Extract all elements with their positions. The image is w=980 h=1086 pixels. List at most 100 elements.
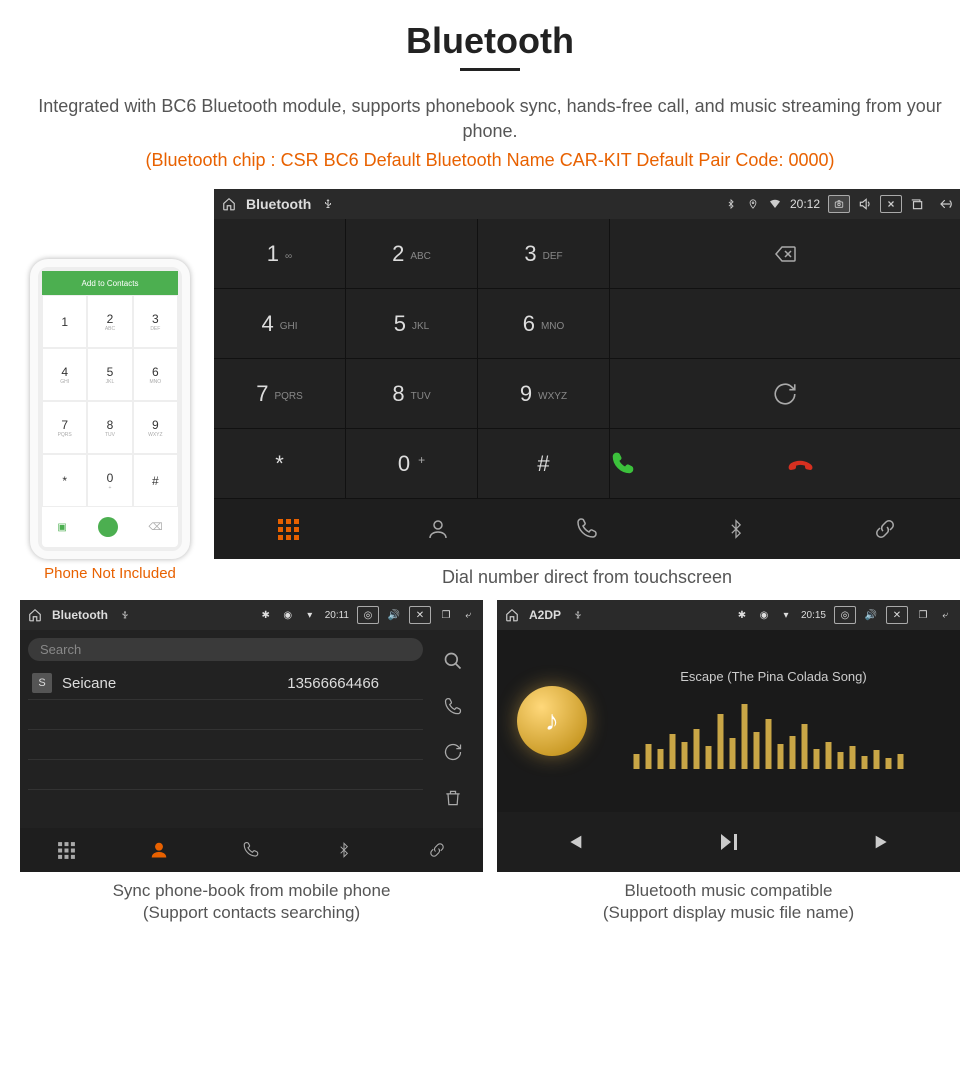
bottom-tabs: [214, 499, 960, 559]
status-bar: Bluetooth 20:12: [214, 189, 960, 219]
key-4[interactable]: 4GHI: [214, 289, 346, 359]
screenshot-icon[interactable]: ◎: [357, 606, 379, 624]
usb-icon: [321, 197, 335, 211]
location-icon: ◉: [281, 608, 295, 622]
dial-panel: Bluetooth 20:12: [214, 189, 960, 559]
key-1[interactable]: 1∞: [214, 219, 346, 289]
play-pause-button[interactable]: [651, 812, 805, 872]
prev-track-button[interactable]: [497, 812, 651, 872]
clock-time: 20:12: [790, 197, 820, 211]
recent-apps-icon[interactable]: ❐: [916, 608, 930, 622]
wifi-icon: ▾: [303, 608, 317, 622]
back-icon[interactable]: ⤶: [938, 608, 952, 622]
equalizer-visual: [607, 694, 940, 774]
music-panel: A2DP ✱ ◉ ▾ 20:15 ◎ 🔊 ✕ ❐ ⤶: [497, 600, 960, 872]
back-icon[interactable]: ⤶: [461, 608, 475, 622]
contacts-caption: Sync phone-book from mobile phone (Suppo…: [20, 880, 483, 924]
tab-recent-calls[interactable]: [205, 828, 298, 872]
contact-row-empty: [28, 760, 423, 790]
redial-button[interactable]: [610, 359, 960, 429]
phone-mock-backspace-icon: ⌫: [148, 522, 162, 533]
call-icon[interactable]: [443, 697, 463, 717]
page-description: Integrated with BC6 Bluetooth module, su…: [20, 94, 960, 144]
wifi-icon: ▾: [779, 608, 793, 622]
key-5[interactable]: 5JKL: [346, 289, 478, 359]
clock-time: 20:15: [801, 610, 826, 621]
contact-row[interactable]: S Seicane 13566664466: [28, 667, 423, 700]
bluetooth-icon: ✱: [735, 608, 749, 622]
search-input[interactable]: Search: [28, 638, 423, 661]
screenshot-icon[interactable]: ◎: [834, 606, 856, 624]
sync-icon[interactable]: [443, 742, 463, 762]
contact-row-empty: [28, 700, 423, 730]
phone-caption: Phone Not Included: [20, 565, 200, 582]
home-icon[interactable]: [222, 197, 236, 211]
blank-row: [610, 289, 960, 359]
dial-keypad: 1∞2ABC3DEF 4GHI5JKL6MNO 7PQRS8TUV9WXYZ *0+#: [214, 219, 610, 499]
key-*[interactable]: *: [214, 429, 346, 499]
bluetooth-music-icon: ♪: [545, 705, 559, 737]
close-app-icon[interactable]: ✕: [409, 606, 431, 624]
home-icon[interactable]: [505, 608, 519, 622]
close-app-icon[interactable]: ✕: [886, 606, 908, 624]
recent-apps-icon[interactable]: ❐: [439, 608, 453, 622]
bluetooth-icon: ✱: [259, 608, 273, 622]
delete-icon[interactable]: [443, 788, 463, 808]
backspace-button[interactable]: [610, 219, 960, 289]
wifi-icon: [768, 197, 782, 211]
phone-mock-keypad: 12ABC3DEF4GHI5JKL6MNO7PQRS8TUV9WXYZ*0+#: [42, 295, 178, 507]
key-2[interactable]: 2ABC: [346, 219, 478, 289]
call-button[interactable]: [610, 451, 785, 477]
volume-icon[interactable]: [858, 197, 872, 211]
contacts-panel: Bluetooth ✱ ◉ ▾ 20:11 ◎ 🔊 ✕ ❐ ⤶: [20, 600, 483, 872]
bluetooth-icon: [724, 197, 738, 211]
search-icon[interactable]: [443, 651, 463, 671]
music-statusbar: A2DP ✱ ◉ ▾ 20:15 ◎ 🔊 ✕ ❐ ⤶: [497, 600, 960, 630]
key-0[interactable]: 0+: [346, 429, 478, 499]
phone-topbar-text: Add to Contacts: [82, 279, 139, 288]
tab-contacts[interactable]: [363, 499, 512, 559]
clock-time: 20:11: [325, 610, 349, 621]
tab-keypad[interactable]: [20, 828, 113, 872]
dial-caption: Dial number direct from touchscreen: [214, 567, 960, 588]
contacts-statusbar: Bluetooth ✱ ◉ ▾ 20:11 ◎ 🔊 ✕ ❐ ⤶: [20, 600, 483, 630]
home-icon[interactable]: [28, 608, 42, 622]
statusbar-title: Bluetooth: [52, 608, 108, 622]
phone-mock-call-button: [98, 517, 118, 537]
tab-contacts[interactable]: [113, 828, 206, 872]
contact-row-empty: [28, 790, 423, 820]
close-app-icon[interactable]: [880, 195, 902, 213]
tab-pair[interactable]: [390, 828, 483, 872]
phone-mockup: Add to Contacts 12ABC3DEF4GHI5JKL6MNO7PQ…: [20, 189, 200, 582]
statusbar-title: A2DP: [529, 608, 561, 622]
key-7[interactable]: 7PQRS: [214, 359, 346, 429]
location-icon: [746, 197, 760, 211]
tab-recent-calls[interactable]: [512, 499, 661, 559]
tab-pair[interactable]: [811, 499, 960, 559]
contact-initial-badge: S: [32, 673, 52, 693]
hangup-button[interactable]: [785, 451, 960, 477]
page-title: Bluetooth: [20, 20, 960, 79]
contact-number: 13566664466: [287, 675, 379, 692]
key-9[interactable]: 9WXYZ: [478, 359, 610, 429]
key-6[interactable]: 6MNO: [478, 289, 610, 359]
volume-icon[interactable]: 🔊: [387, 608, 401, 622]
phone-mock-voicemail-icon: ▣: [57, 522, 66, 533]
song-title: Escape (The Pina Colada Song): [607, 669, 940, 684]
key-#[interactable]: #: [478, 429, 610, 499]
back-icon[interactable]: [938, 197, 952, 211]
key-3[interactable]: 3DEF: [478, 219, 610, 289]
usb-icon: [571, 608, 585, 622]
tab-keypad[interactable]: [214, 499, 363, 559]
volume-icon[interactable]: 🔊: [864, 608, 878, 622]
usb-icon: [118, 608, 132, 622]
spec-line: (Bluetooth chip : CSR BC6 Default Blueto…: [20, 150, 960, 171]
next-track-button[interactable]: [806, 812, 960, 872]
recent-apps-icon[interactable]: [910, 197, 924, 211]
key-8[interactable]: 8TUV: [346, 359, 478, 429]
tab-bluetooth-devices[interactable]: [298, 828, 391, 872]
statusbar-title: Bluetooth: [246, 196, 311, 212]
screenshot-icon[interactable]: [828, 195, 850, 213]
music-album-icon: ♪: [517, 686, 587, 756]
tab-bluetooth-devices[interactable]: [662, 499, 811, 559]
